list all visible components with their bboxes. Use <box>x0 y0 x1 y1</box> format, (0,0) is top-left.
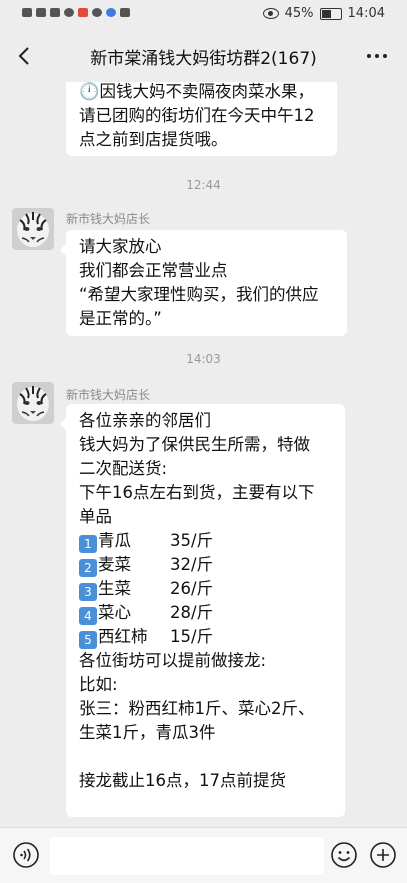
product-name: 生菜 <box>98 579 131 598</box>
product-item: 4 菜心 28/斤 <box>79 601 331 625</box>
message-input[interactable] <box>50 837 324 875</box>
chat-area[interactable]: 🕛因钱大妈不卖隔夜肉菜水果， 请已团购的街坊们在今天中午12 点之前到店提货哦。… <box>0 82 407 827</box>
number-badge: 4 <box>79 607 97 625</box>
product-item: 1 青瓜 35/斤 <box>79 529 331 553</box>
message-line: “希望大家理性购买，我们的供应 <box>79 285 319 304</box>
cloud-icon <box>120 8 130 17</box>
input-bar <box>0 827 407 883</box>
app-notification-icon <box>78 8 88 17</box>
number-badge: 3 <box>79 583 97 601</box>
sender-avatar[interactable] <box>12 382 54 424</box>
message-bubble[interactable]: 请大家放心 我们都会正常营业点 “希望大家理性购买，我们的供应 是正常的。” <box>60 230 347 336</box>
emoji-button[interactable] <box>330 841 358 869</box>
product-price: 15/斤 <box>170 627 214 646</box>
message-line: 请大家放心 <box>79 237 162 256</box>
sender-avatar[interactable] <box>12 208 54 250</box>
status-icons-left <box>22 8 130 17</box>
tiger-avatar <box>12 208 54 250</box>
number-badge: 5 <box>79 631 97 649</box>
message-bubble[interactable]: 各位亲亲的邻居们 钱大妈为了保供民生所需，特做 二次配送货: 下午16点左右到货… <box>60 404 345 817</box>
product-name: 菜心 <box>98 603 131 622</box>
plus-icon <box>370 842 396 868</box>
message-bubble-partial[interactable]: 🕛因钱大妈不卖隔夜肉菜水果， 请已团购的街坊们在今天中午12 点之前到店提货哦。 <box>66 82 337 156</box>
message-line: 各位街坊可以提前做接龙: <box>79 651 267 670</box>
page-title: 新市棠涌钱大妈街坊群2(167) <box>90 49 317 69</box>
app-icon <box>106 8 116 17</box>
back-arrow-icon <box>18 47 29 65</box>
more-dots-icon <box>375 54 379 58</box>
voice-icon <box>13 842 39 868</box>
signal-icon <box>36 8 46 17</box>
product-price: 26/斤 <box>170 579 214 598</box>
message-icon <box>64 8 74 17</box>
back-button[interactable] <box>10 40 42 72</box>
message-line: 请已团购的街坊们在今天中午12 <box>79 106 315 125</box>
product-item: 3 生菜 26/斤 <box>79 577 331 601</box>
product-item: 2 麦菜 32/斤 <box>79 553 331 577</box>
message-line: 是正常的。” <box>79 309 162 328</box>
plus-button[interactable] <box>369 841 397 869</box>
message-line: 各位亲亲的邻居们 <box>79 411 211 430</box>
product-price: 35/斤 <box>170 531 214 550</box>
more-dots-icon <box>383 54 387 58</box>
eye-comfort-icon <box>262 8 279 19</box>
message-line: 我们都会正常营业点 <box>79 261 228 280</box>
product-name: 麦菜 <box>98 555 131 574</box>
number-badge: 2 <box>79 559 97 577</box>
message-line: 点之前到店提货哦。 <box>79 130 228 149</box>
product-name: 西红柿 <box>98 627 148 646</box>
message-line: 比如: <box>79 675 118 694</box>
nav-bar: 新市棠涌钱大妈街坊群2(167) <box>0 30 407 82</box>
number-badge: 1 <box>79 535 97 553</box>
sender-name: 新市钱大妈店长 <box>66 212 151 226</box>
message-line: 接龙截止16点，17点前提货 <box>79 771 286 790</box>
product-price: 28/斤 <box>170 603 214 622</box>
message-line: 钱大妈为了保供民生所需，特做 <box>79 435 310 454</box>
hd-icon <box>22 8 32 17</box>
voice-button[interactable] <box>12 841 40 869</box>
message-line: 生菜1斤，青瓜3件 <box>79 723 216 742</box>
sender-name: 新市钱大妈店长 <box>66 388 151 402</box>
tiger-avatar <box>12 382 54 424</box>
battery-percent: 45% <box>284 6 314 21</box>
message-line: 二次配送货: <box>79 459 168 478</box>
status-icons-right: 45% 14:04 <box>262 6 385 21</box>
timestamp: 12:44 <box>186 178 221 192</box>
wifi-icon <box>50 8 60 17</box>
status-bar: 45% 14:04 <box>0 0 407 30</box>
emoji-icon <box>331 842 357 868</box>
message-line: 🕛因钱大妈不卖隔夜肉菜水果， <box>79 82 315 101</box>
message-line: 下午16点左右到货，主要有以下 <box>79 483 315 502</box>
product-name: 青瓜 <box>98 531 131 550</box>
message-line: 单品 <box>79 507 112 526</box>
more-button[interactable] <box>359 40 395 72</box>
notification-icon <box>92 8 102 17</box>
clock: 14:04 <box>347 6 385 21</box>
product-item: 5 西红柿 15/斤 <box>79 625 331 649</box>
battery-fill <box>321 9 331 18</box>
battery-icon <box>319 7 342 20</box>
message-line: 张三：粉西红柿1斤、菜心2斤、 <box>79 699 315 718</box>
timestamp: 14:03 <box>186 352 221 366</box>
product-price: 32/斤 <box>170 555 214 574</box>
more-dots-icon <box>367 54 371 58</box>
